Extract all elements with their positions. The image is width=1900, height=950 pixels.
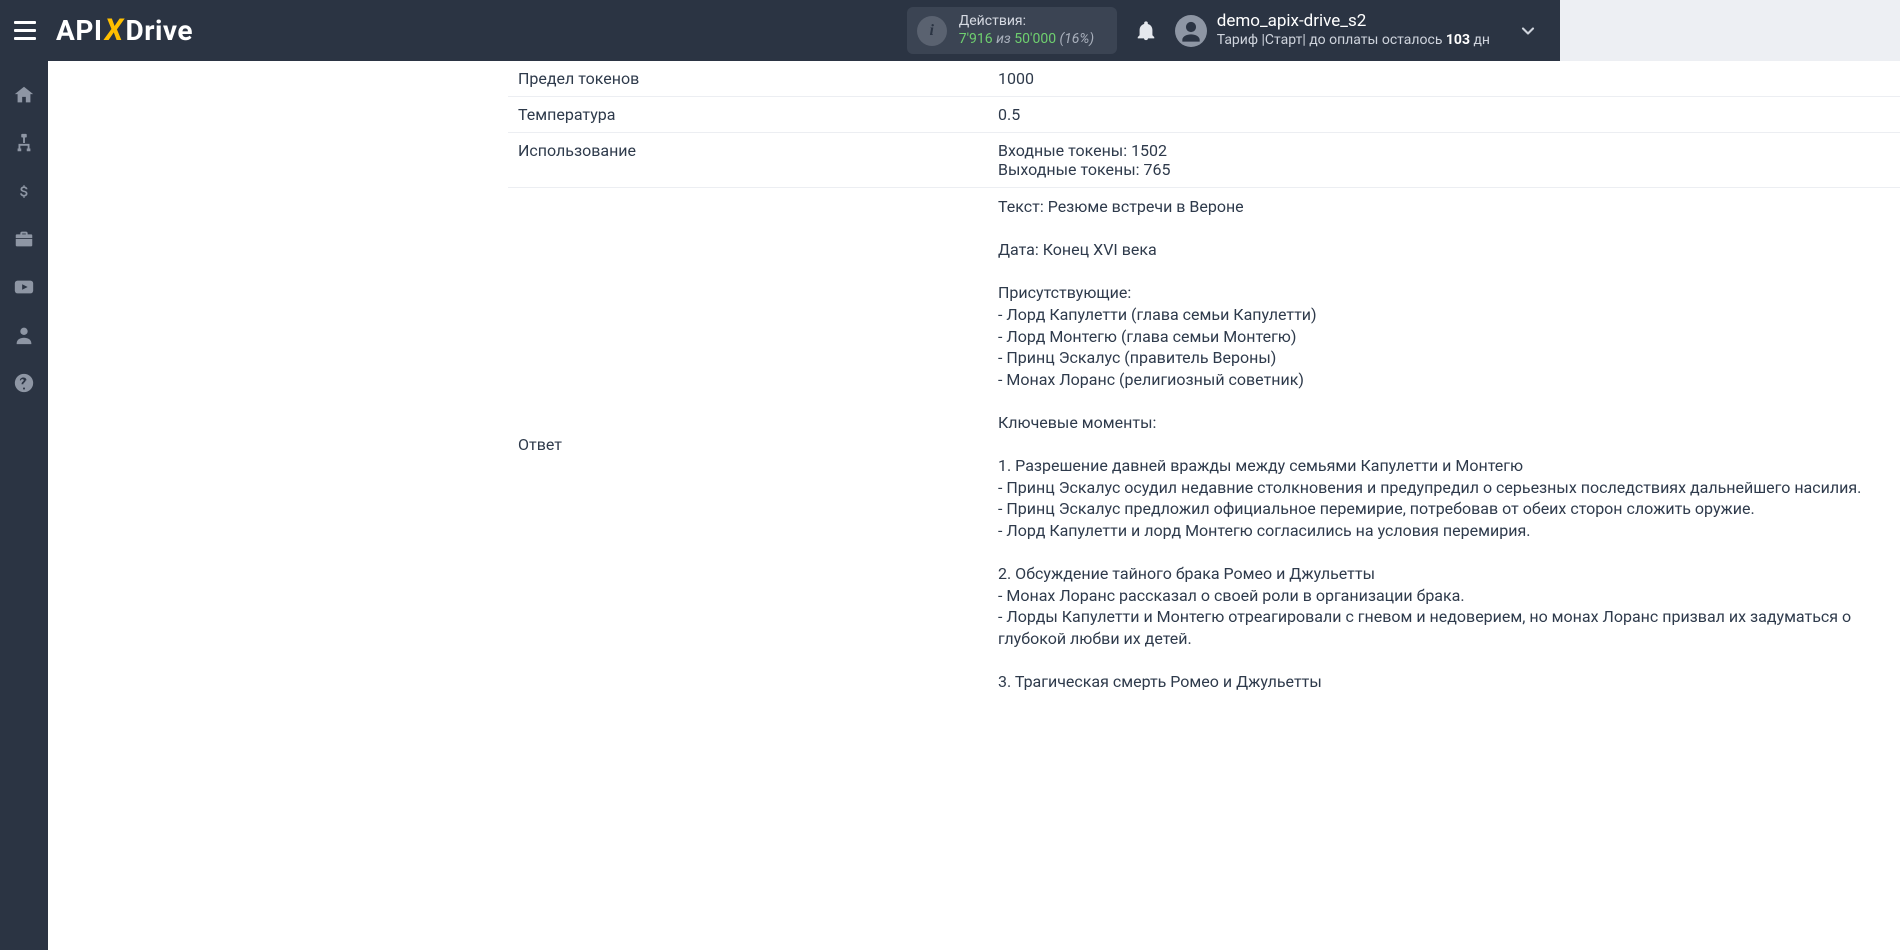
topbar: APIXDrive i Действия: 7'916 из 50'000 (1… <box>0 0 1560 61</box>
sidebar-briefcase[interactable] <box>0 219 48 259</box>
main-content: Предел токенов 1000 Температура 0.5 Испо… <box>48 61 1900 950</box>
response-value: Текст: Резюме встречи в Вероне Дата: Кон… <box>988 188 1900 701</box>
avatar-icon <box>1175 15 1207 47</box>
tariff-line: Тариф |Старт| до оплаты осталось 103 дн <box>1217 32 1490 50</box>
temperature-label: Температура <box>508 97 988 133</box>
sidebar-home[interactable] <box>0 75 48 115</box>
usage-label: Использование <box>508 133 988 188</box>
row-usage: Использование Входные токены: 1502 Выход… <box>508 133 1900 188</box>
actions-label: Действия: <box>959 13 1094 31</box>
row-token-limit: Предел токенов 1000 <box>508 61 1900 97</box>
sidebar-video[interactable] <box>0 267 48 307</box>
notifications-button[interactable] <box>1135 20 1157 42</box>
sidebar <box>0 61 48 950</box>
menu-toggle-button[interactable] <box>8 14 42 48</box>
actions-count: 7'916 из 50'000 (16%) <box>959 31 1094 49</box>
logo[interactable]: APIXDrive <box>56 13 193 48</box>
sidebar-help[interactable] <box>0 363 48 403</box>
token-limit-label: Предел токенов <box>508 61 988 97</box>
response-label: Ответ <box>508 188 988 701</box>
user-menu[interactable]: demo_apix-drive_s2 Тариф |Старт| до опла… <box>1175 11 1490 50</box>
token-limit-value: 1000 <box>988 61 1900 97</box>
sidebar-connections[interactable] <box>0 123 48 163</box>
usage-value: Входные токены: 1502 Выходные токены: 76… <box>988 133 1900 188</box>
sidebar-billing[interactable] <box>0 171 48 211</box>
temperature-value: 0.5 <box>988 97 1900 133</box>
username: demo_apix-drive_s2 <box>1217 11 1490 32</box>
row-response: Ответ Текст: Резюме встречи в Вероне Дат… <box>508 188 1900 701</box>
sidebar-account[interactable] <box>0 315 48 355</box>
info-icon: i <box>917 16 947 46</box>
params-table: Предел токенов 1000 Температура 0.5 Испо… <box>508 61 1900 701</box>
row-temperature: Температура 0.5 <box>508 97 1900 133</box>
actions-usage-box[interactable]: i Действия: 7'916 из 50'000 (16%) <box>907 7 1117 54</box>
chevron-down-icon[interactable] <box>1514 17 1542 45</box>
